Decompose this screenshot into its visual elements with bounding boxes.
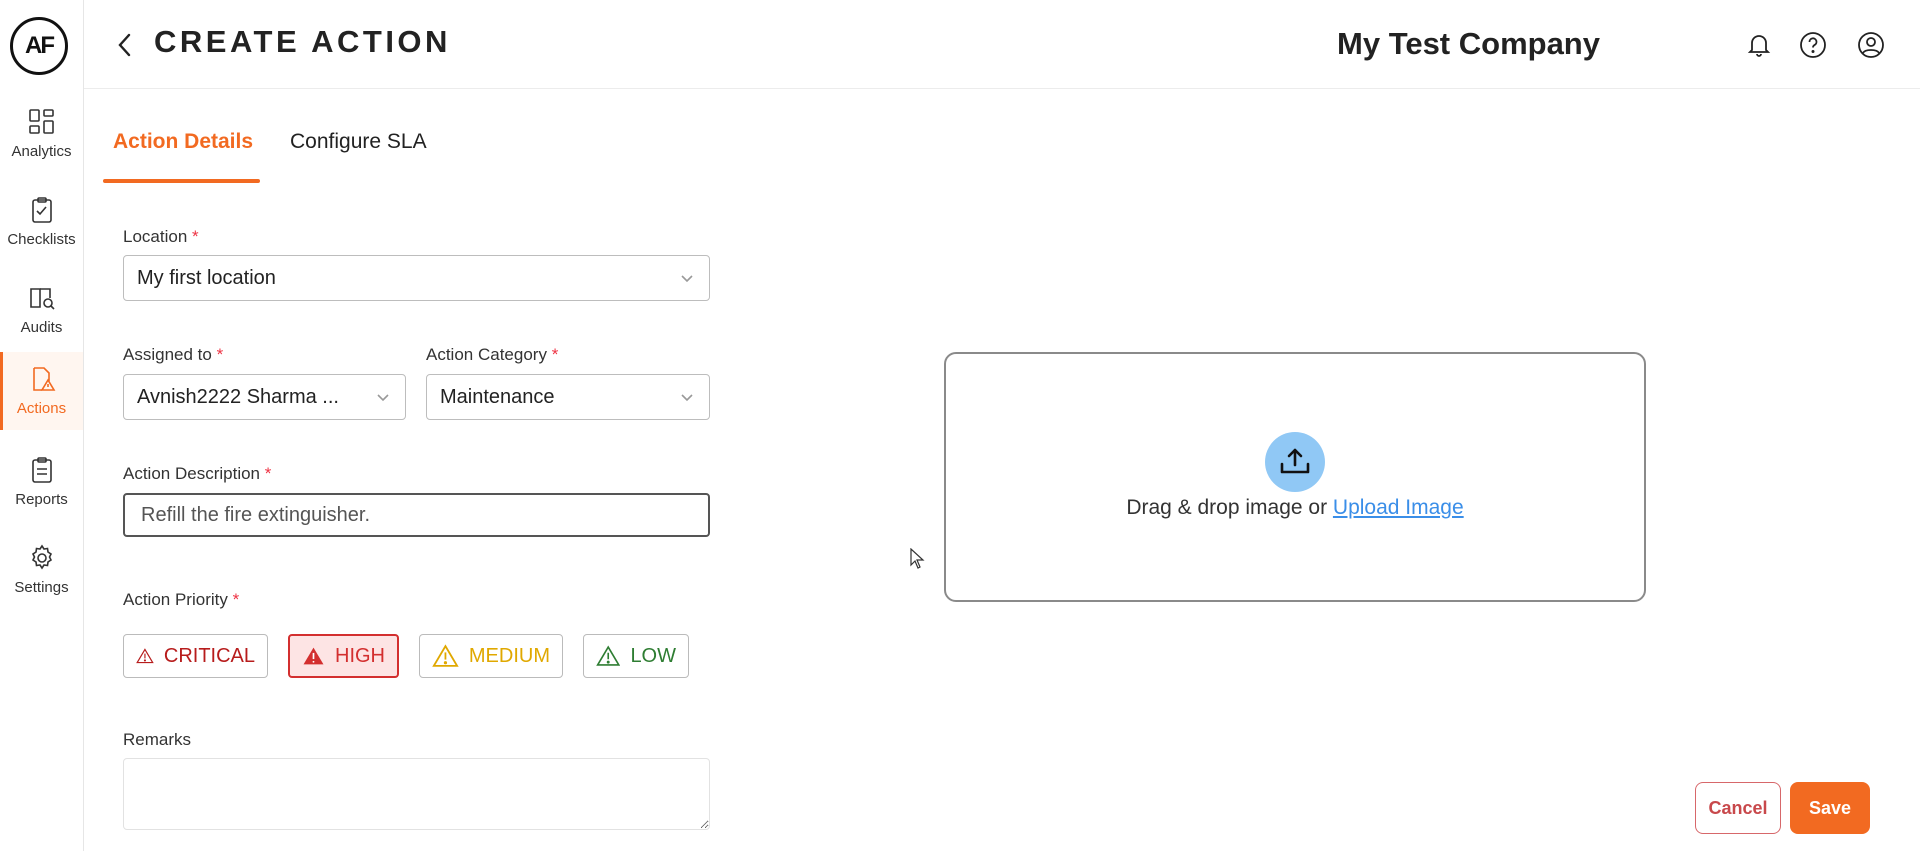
chevron-down-icon: [681, 394, 693, 402]
gear-icon: [28, 544, 56, 572]
reports-icon: [28, 456, 56, 484]
assigned-to-value: Avnish2222 Sharma ...: [137, 385, 339, 408]
location-value: My first location: [137, 266, 276, 289]
upload-prompt: Drag & drop image or Upload Image: [1126, 496, 1464, 519]
warning-filled-icon: [303, 647, 324, 665]
remarks-textarea[interactable]: [123, 758, 710, 830]
location-label: Location *: [123, 227, 199, 246]
checklist-icon: [28, 196, 56, 224]
analytics-icon: [28, 108, 56, 136]
priority-medium-button[interactable]: MEDIUM: [419, 634, 563, 678]
sidebar-item-label: Analytics: [11, 143, 72, 160]
page-title: CREATE ACTION: [154, 24, 451, 59]
top-header: CREATE ACTION My Test Company: [84, 0, 1920, 89]
sidebar-item-checklists[interactable]: Checklists: [0, 184, 83, 260]
actions-icon: [28, 365, 56, 393]
sidebar-item-settings[interactable]: Settings: [0, 532, 83, 608]
mouse-cursor-icon: [910, 548, 925, 569]
save-button[interactable]: Save: [1790, 782, 1870, 834]
remarks-label: Remarks: [123, 730, 192, 749]
tab-configure-sla[interactable]: Configure SLA: [290, 130, 427, 154]
sidebar-item-label: Checklists: [7, 231, 76, 248]
priority-low-button[interactable]: LOW: [583, 634, 689, 678]
active-tab-indicator: [103, 179, 260, 183]
sidebar-item-label: Reports: [15, 491, 68, 508]
upload-icon[interactable]: [1265, 432, 1325, 492]
upload-image-link[interactable]: Upload Image: [1333, 496, 1464, 519]
audit-icon: [28, 284, 56, 312]
priority-high-button[interactable]: HIGH: [288, 634, 399, 678]
priority-critical-button[interactable]: CRITICAL: [123, 634, 268, 678]
cancel-button[interactable]: Cancel: [1695, 782, 1781, 834]
action-description-label: Action Description *: [123, 464, 272, 483]
assigned-to-select[interactable]: Avnish2222 Sharma ...: [123, 374, 406, 420]
company-name: My Test Company: [1337, 26, 1600, 61]
warning-outline-icon: [136, 648, 154, 664]
image-dropzone[interactable]: Drag & drop image or Upload Image: [944, 352, 1646, 602]
action-category-label: Action Category *: [426, 345, 559, 364]
help-icon[interactable]: [1798, 30, 1828, 60]
sidebar-item-label: Audits: [20, 319, 63, 336]
location-select[interactable]: My first location: [123, 255, 710, 301]
action-priority-label: Action Priority *: [123, 590, 240, 609]
chevron-down-icon: [377, 394, 389, 402]
back-arrow-icon[interactable]: [110, 30, 140, 60]
sidebar-item-reports[interactable]: Reports: [0, 444, 83, 520]
warning-outline-icon: [596, 645, 621, 666]
chevron-down-icon: [681, 275, 693, 283]
action-category-value: Maintenance: [440, 385, 555, 408]
tab-action-details[interactable]: Action Details: [113, 130, 253, 154]
bell-icon[interactable]: [1744, 30, 1774, 60]
assigned-to-label: Assigned to *: [123, 345, 224, 364]
app-logo[interactable]: AF: [10, 17, 68, 75]
action-category-select[interactable]: Maintenance: [426, 374, 710, 420]
sidebar-item-actions[interactable]: Actions: [0, 352, 83, 430]
sidebar: AF Analytics Checklists Audits Actions R…: [0, 0, 84, 851]
user-icon[interactable]: [1856, 30, 1886, 60]
sidebar-item-label: Settings: [14, 579, 69, 596]
sidebar-item-analytics[interactable]: Analytics: [0, 96, 83, 172]
sidebar-item-label: Actions: [16, 400, 67, 417]
sidebar-item-audits[interactable]: Audits: [0, 272, 83, 348]
warning-outline-icon: [432, 644, 459, 667]
action-description-input[interactable]: [123, 493, 710, 537]
